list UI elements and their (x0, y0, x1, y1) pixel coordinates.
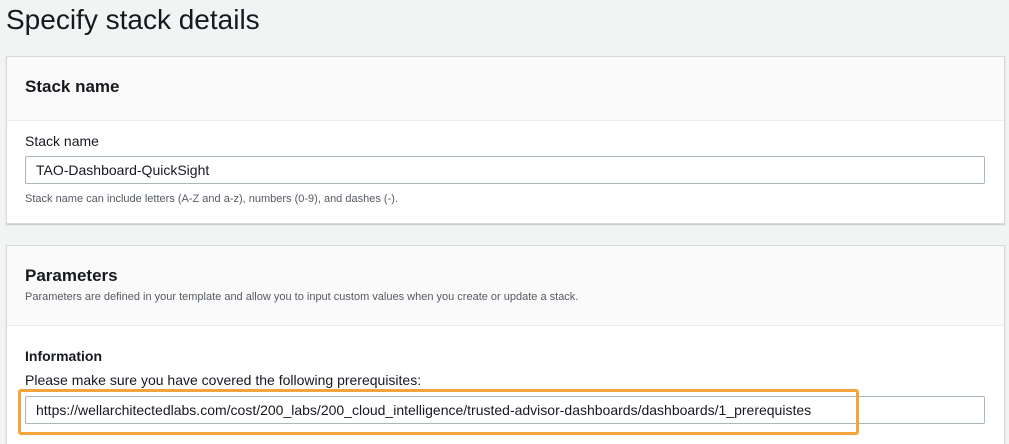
stack-name-panel: Stack name Stack name Stack name can inc… (6, 56, 1005, 224)
information-description: Please make sure you have covered the fo… (25, 372, 422, 388)
stack-name-label: Stack name (25, 133, 99, 149)
stack-name-hint: Stack name can include letters (A-Z and … (25, 193, 398, 205)
stack-name-input[interactable] (25, 156, 985, 184)
page: Specify stack details Stack name Stack n… (0, 0, 1009, 444)
prerequisites-url-input[interactable] (25, 396, 985, 424)
parameters-heading: Parameters (25, 266, 118, 285)
parameters-panel: Parameters Parameters are defined in you… (6, 245, 1005, 444)
information-label: Information (25, 348, 102, 364)
parameters-description: Parameters are defined in your template … (25, 291, 579, 303)
stack-name-panel-header: Stack name (7, 57, 1004, 121)
parameters-panel-header: Parameters Parameters are defined in you… (7, 246, 1004, 326)
page-title: Specify stack details (6, 4, 260, 35)
stack-name-heading: Stack name (25, 77, 120, 96)
